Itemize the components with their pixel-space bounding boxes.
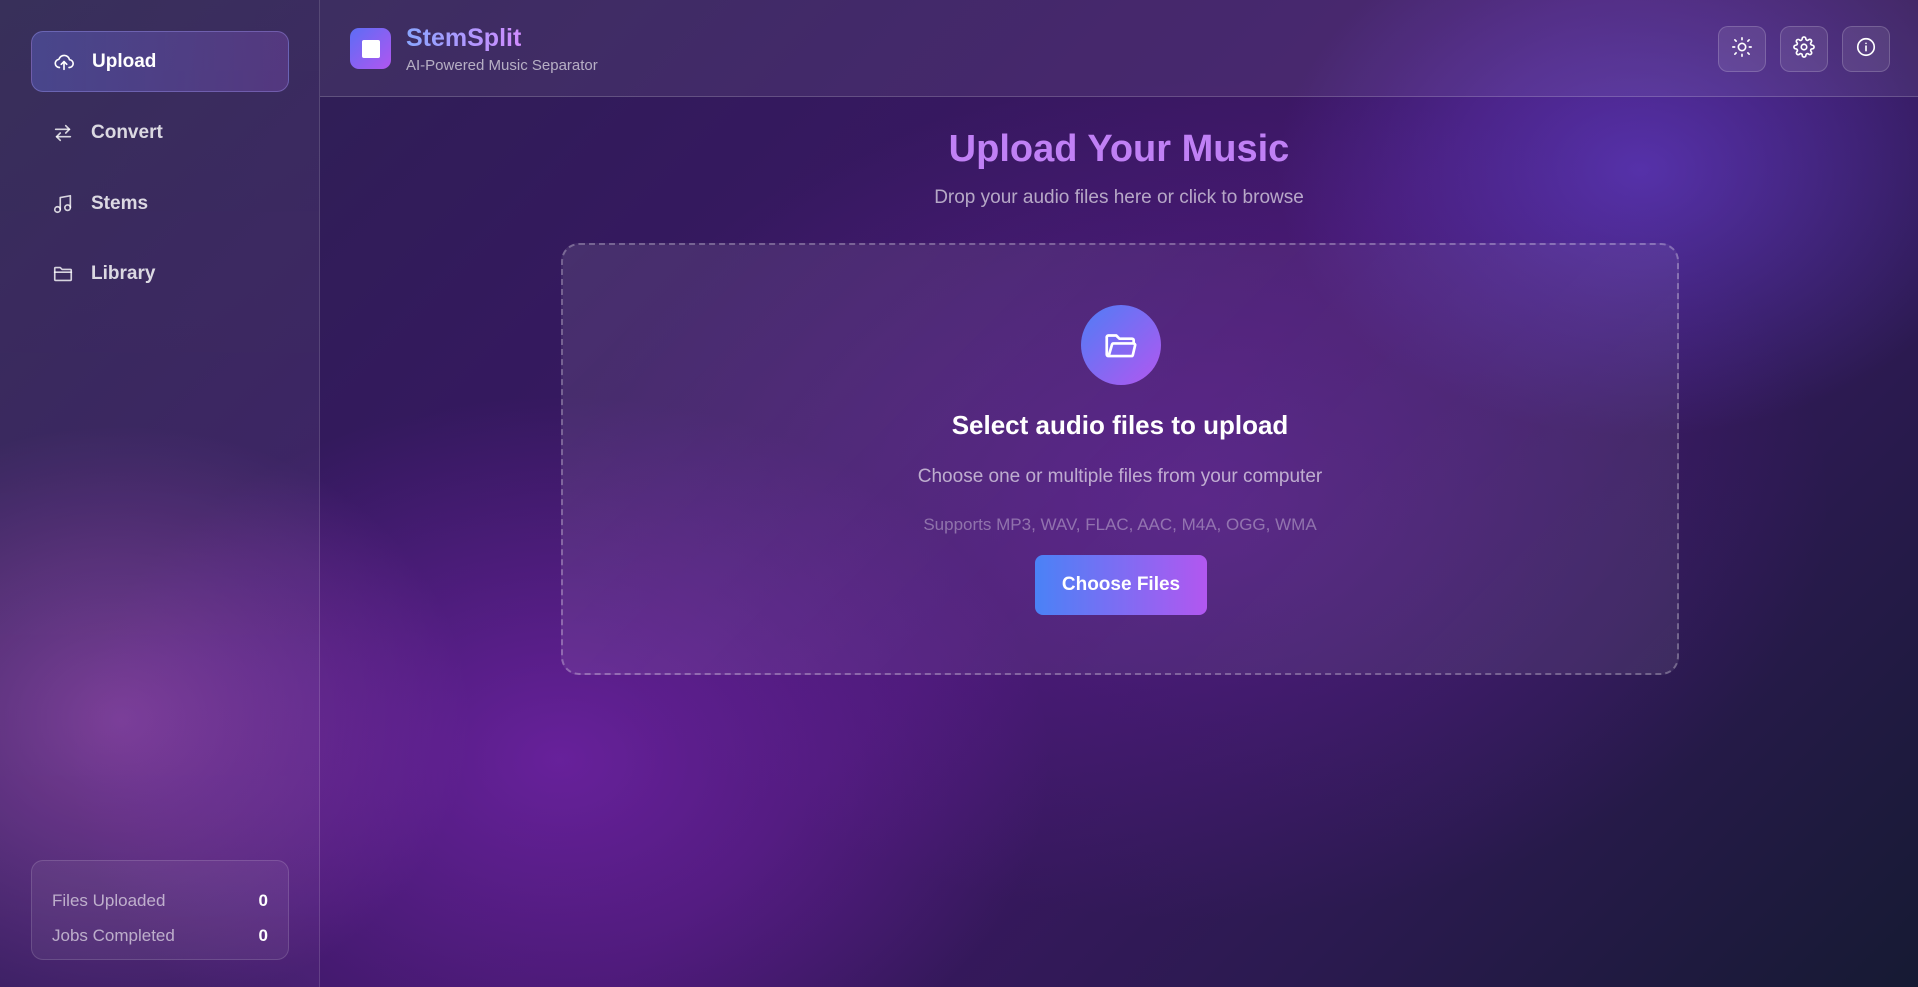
sidebar-item-label: Convert	[91, 121, 163, 143]
theme-toggle-button[interactable]	[1718, 26, 1766, 72]
folder-open-icon	[1081, 305, 1161, 385]
sun-icon	[1731, 36, 1753, 63]
app-logo	[350, 28, 391, 69]
sidebar-item-upload[interactable]: Upload	[31, 31, 289, 92]
stat-label: Files Uploaded	[52, 890, 166, 910]
stats-panel: Files Uploaded 0 Jobs Completed 0	[31, 860, 289, 960]
sidebar-item-stems[interactable]: Stems	[31, 173, 289, 234]
app-tagline: AI-Powered Music Separator	[406, 57, 598, 74]
sidebar-item-convert[interactable]: Convert	[31, 102, 289, 163]
sidebar-item-label: Upload	[92, 50, 157, 72]
top-header: StemSplit AI-Powered Music Separator	[320, 0, 1918, 97]
sidebar-item-library[interactable]: Library	[31, 243, 289, 304]
stat-row-jobs-completed: Jobs Completed 0	[52, 918, 268, 953]
sidebar-item-label: Library	[91, 262, 156, 284]
page-subtitle: Drop your audio files here or click to b…	[934, 187, 1304, 208]
convert-arrows-icon	[51, 121, 75, 145]
music-note-icon	[51, 192, 75, 216]
sidebar-item-label: Stems	[91, 192, 149, 214]
choose-files-button[interactable]: Choose Files	[1035, 555, 1207, 615]
stat-label: Jobs Completed	[52, 925, 175, 945]
supported-formats: Supports MP3, WAV, FLAC, AAC, M4A, OGG, …	[923, 515, 1317, 534]
settings-button[interactable]	[1780, 26, 1828, 72]
app-name: StemSplit	[406, 24, 522, 52]
upload-dropzone[interactable]: Select audio files to upload Choose one …	[561, 243, 1679, 675]
stat-value: 0	[258, 890, 268, 910]
info-button[interactable]	[1842, 26, 1890, 72]
page-title: Upload Your Music	[948, 128, 1290, 170]
dropzone-subtitle: Choose one or multiple files from your c…	[917, 466, 1323, 487]
dropzone-title: Select audio files to upload	[951, 410, 1289, 440]
gear-icon	[1793, 35, 1815, 63]
stat-row-files-uploaded: Files Uploaded 0	[52, 883, 268, 918]
cloud-upload-icon	[52, 50, 76, 74]
sidebar: Upload Convert Stems Library Files Uploa…	[0, 0, 320, 987]
info-icon	[1855, 36, 1877, 63]
stat-value: 0	[258, 925, 268, 945]
folder-icon	[51, 262, 75, 286]
